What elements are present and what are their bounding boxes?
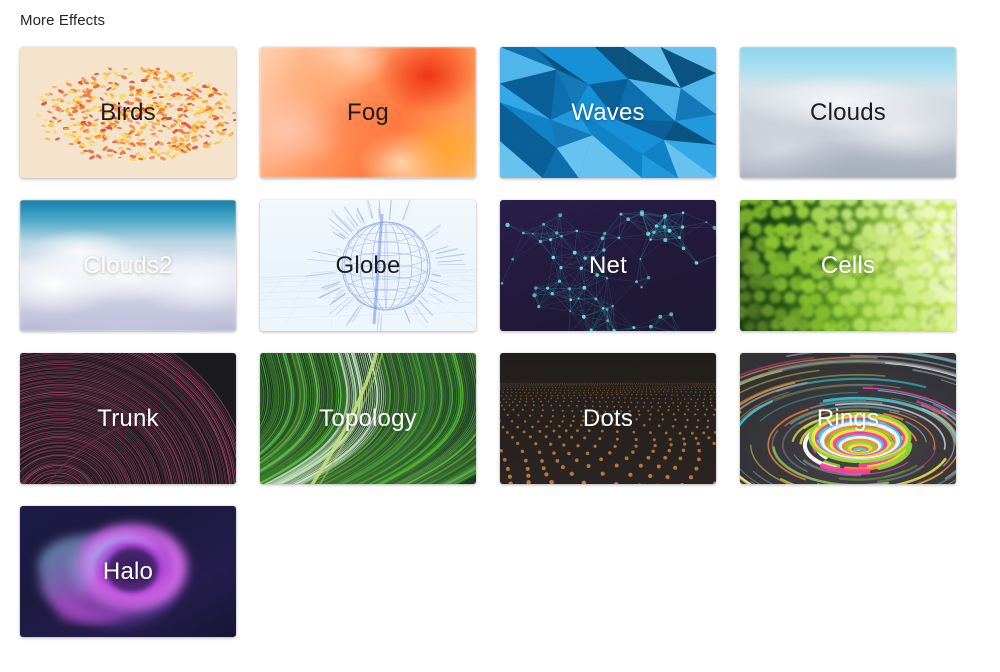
effect-tile-label: Net	[589, 251, 627, 279]
effect-tile-label: Waves	[571, 98, 645, 126]
effect-tile-label: Birds	[100, 98, 156, 126]
effect-tile-clouds2[interactable]: Clouds2	[20, 200, 236, 331]
effect-tile-rings[interactable]: Rings	[740, 353, 956, 484]
effect-tile-label: Dots	[582, 404, 634, 432]
effect-tile-cells[interactable]: Cells	[740, 200, 956, 331]
effects-grid: Birds Fog Waves Clouds Clouds2 Globe Net…	[20, 47, 964, 637]
effect-tile-topology[interactable]: Topology	[260, 353, 476, 484]
effect-tile-label: Trunk	[97, 404, 159, 432]
effect-tile-label: Halo	[102, 557, 154, 585]
effect-tile-globe[interactable]: Globe	[260, 200, 476, 331]
effect-tile-birds[interactable]: Birds	[20, 47, 236, 178]
effect-tile-dots[interactable]: Dots	[500, 353, 716, 484]
effect-tile-label: Globe	[335, 251, 401, 279]
effect-tile-waves[interactable]: Waves	[500, 47, 716, 178]
effects-gallery: More Effects Birds Fog Waves Clouds Clou…	[0, 0, 1000, 672]
effect-tile-label: Cells	[820, 251, 876, 279]
effect-tile-label: Rings	[816, 404, 880, 432]
effect-tile-label: Clouds2	[83, 251, 173, 279]
effect-tile-label: Clouds	[810, 98, 886, 126]
page-title: More Effects	[20, 12, 106, 29]
effect-tile-fog[interactable]: Fog	[260, 47, 476, 178]
effect-tile-trunk[interactable]: Trunk	[20, 353, 236, 484]
effect-tile-halo[interactable]: Halo	[20, 506, 236, 637]
effect-tile-label: Topology	[319, 404, 417, 432]
effect-tile-label: Fog	[347, 98, 389, 126]
effect-tile-clouds[interactable]: Clouds	[740, 47, 956, 178]
effect-tile-net[interactable]: Net	[500, 200, 716, 331]
